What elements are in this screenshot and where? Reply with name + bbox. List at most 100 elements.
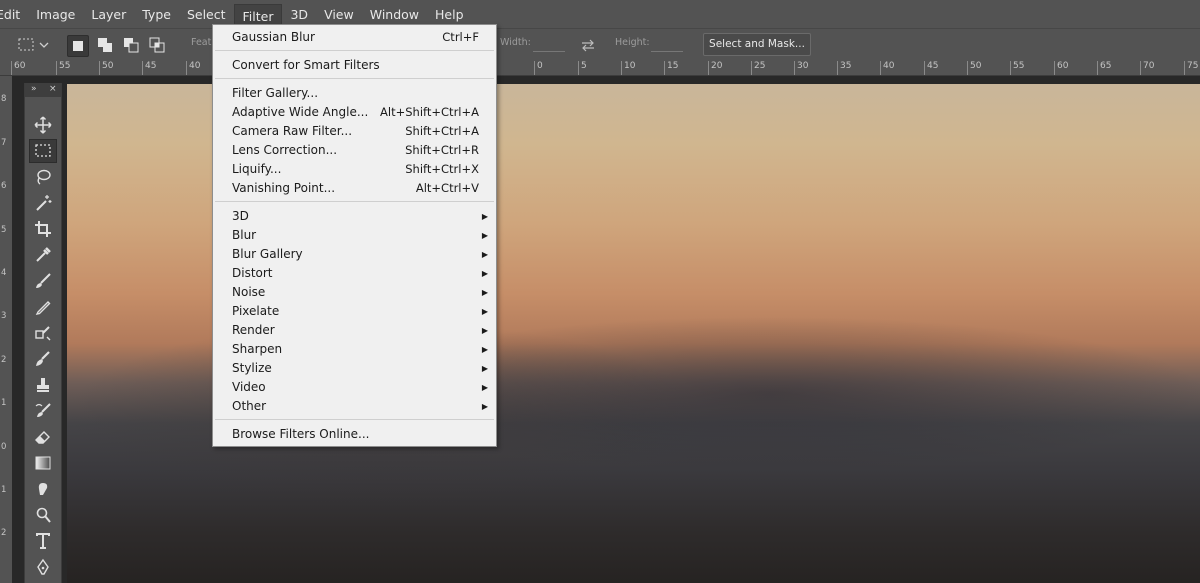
menu-item-convert-smart-filters[interactable]: Convert for Smart Filters [213, 56, 496, 75]
brush-tool-icon[interactable] [32, 270, 54, 292]
pen-tool-icon[interactable] [32, 556, 54, 578]
menu-item-label: Other [232, 399, 267, 413]
close-panel-button[interactable]: × [49, 84, 57, 95]
feather-label: Feat [191, 37, 212, 48]
menu-item-shortcut: Alt+Ctrl+V [415, 181, 479, 195]
menu-separator [215, 419, 494, 420]
submenu-arrow-icon: ▶ [481, 383, 488, 392]
stamp-tool-icon[interactable] [32, 374, 54, 396]
submenu-arrow-icon: ▶ [481, 345, 488, 354]
crop-tool-icon[interactable] [32, 218, 54, 240]
menu-item-distort[interactable]: Distort ▶ [213, 264, 496, 283]
ruler-label: 10 [620, 61, 636, 75]
type-tool-icon[interactable] [32, 530, 54, 552]
submenu-arrow-icon: ▶ [481, 269, 488, 278]
preset-dropdown-icon[interactable] [38, 35, 50, 55]
menu-item-browse-filters-online[interactable]: Browse Filters Online... [213, 425, 496, 444]
add-to-selection-button[interactable] [95, 35, 115, 55]
smudge-tool-icon[interactable] [32, 478, 54, 500]
tools-panel: » × [24, 83, 62, 583]
menu-item-label: Camera Raw Filter... [232, 124, 353, 138]
menu-item-video[interactable]: Video ▶ [213, 378, 496, 397]
menu-item-shortcut: Shift+Ctrl+X [405, 162, 479, 176]
submenu-arrow-icon: ▶ [481, 231, 488, 240]
ruler-label: 65 [1096, 61, 1112, 75]
vruler-label: 4 [1, 268, 7, 278]
menu-separator [215, 201, 494, 202]
menu-item-blur[interactable]: Blur ▶ [213, 226, 496, 245]
eyedropper-tool-icon[interactable] [32, 244, 54, 266]
menu-item-label: Sharpen [232, 342, 283, 356]
swap-dimensions-icon[interactable] [579, 35, 597, 55]
marquee-preset-icon[interactable] [17, 35, 37, 55]
menu-item-label: Stylize [232, 361, 272, 375]
menu-item-pixelate[interactable]: Pixelate ▶ [213, 302, 496, 321]
menu-item-vanishing-point[interactable]: Vanishing Point... Alt+Ctrl+V [213, 179, 496, 198]
history-brush-tool-icon[interactable] [32, 400, 54, 422]
menu-item-label: Distort [232, 266, 273, 280]
vruler-label: 5 [1, 225, 7, 235]
magic-wand-tool-icon[interactable] [32, 192, 54, 214]
menu-item-render[interactable]: Render ▶ [213, 321, 496, 340]
gradient-tool-icon[interactable] [32, 452, 54, 474]
menu-item-shortcut: Alt+Shift+Ctrl+A [380, 105, 479, 119]
menu-item-noise[interactable]: Noise ▶ [213, 283, 496, 302]
vruler-label: 1 [1, 398, 7, 408]
menu-item-3d[interactable]: 3D ▶ [213, 207, 496, 226]
menu-item-other[interactable]: Other ▶ [213, 397, 496, 416]
collapse-panel-button[interactable]: » [31, 84, 37, 95]
menu-item-label: Browse Filters Online... [232, 427, 370, 441]
menu-item-gaussian-blur[interactable]: Gaussian Blur Ctrl+F [213, 28, 496, 47]
vruler-label: 1 [1, 485, 7, 495]
clone-stamp-tool-icon[interactable] [32, 322, 54, 344]
options-bar: Feat Width: Height: Select and Mask... [0, 28, 1200, 62]
submenu-arrow-icon: ▶ [481, 364, 488, 373]
submenu-arrow-icon: ▶ [481, 212, 488, 221]
menu-item-blur-gallery[interactable]: Blur Gallery ▶ [213, 245, 496, 264]
menu-item-lens-correction[interactable]: Lens Correction... Shift+Ctrl+R [213, 141, 496, 160]
vruler-label: 0 [1, 442, 7, 452]
menu-edit[interactable]: Edit [0, 0, 28, 28]
ruler-label: 25 [750, 61, 766, 75]
menu-item-sharpen[interactable]: Sharpen ▶ [213, 340, 496, 359]
height-field[interactable] [651, 51, 683, 52]
menu-item-adaptive-wide-angle[interactable]: Adaptive Wide Angle... Alt+Shift+Ctrl+A [213, 103, 496, 122]
menu-item-label: Video [232, 380, 266, 394]
move-tool-icon[interactable] [32, 114, 54, 136]
vertical-ruler: 8 7 6 5 4 3 2 1 0 1 2 [0, 76, 12, 583]
width-field[interactable] [533, 51, 565, 52]
menu-item-liquify[interactable]: Liquify... Shift+Ctrl+X [213, 160, 496, 179]
horizontal-ruler: 60 55 50 45 40 35 0 5 10 15 20 25 30 35 … [0, 61, 1200, 76]
menu-item-label: Adaptive Wide Angle... [232, 105, 369, 119]
ruler-label: 40 [879, 61, 895, 75]
menu-layer[interactable]: Layer [83, 0, 134, 28]
menu-item-label: Pixelate [232, 304, 280, 318]
ruler-label: 30 [793, 61, 809, 75]
eraser-tool-icon[interactable] [32, 426, 54, 448]
intersect-selection-button[interactable] [147, 35, 167, 55]
ruler-label: 50 [966, 61, 982, 75]
dodge-tool-icon[interactable] [32, 504, 54, 526]
select-and-mask-button[interactable]: Select and Mask... [703, 33, 811, 56]
ruler-label: 0 [534, 61, 543, 75]
menu-item-camera-raw-filter[interactable]: Camera Raw Filter... Shift+Ctrl+A [213, 122, 496, 141]
submenu-arrow-icon: ▶ [481, 326, 488, 335]
ruler-label: 45 [141, 61, 157, 75]
menu-item-stylize[interactable]: Stylize ▶ [213, 359, 496, 378]
ruler-label: 75 [1183, 61, 1199, 75]
subtract-from-selection-button[interactable] [121, 35, 141, 55]
height-label: Height: [615, 37, 650, 48]
new-selection-button[interactable] [67, 35, 89, 57]
lasso-tool-icon[interactable] [32, 166, 54, 188]
menu-image[interactable]: Image [28, 0, 83, 28]
menu-item-label: Convert for Smart Filters [232, 58, 380, 72]
menu-item-filter-gallery[interactable]: Filter Gallery... [213, 84, 496, 103]
width-label: Width: [500, 37, 531, 48]
healing-brush-tool-icon[interactable] [32, 348, 54, 370]
menu-type[interactable]: Type [134, 0, 179, 28]
rectangular-marquee-tool-icon[interactable] [29, 139, 57, 163]
menu-item-label: 3D [232, 209, 249, 223]
submenu-arrow-icon: ▶ [481, 402, 488, 411]
pencil-tool-icon[interactable] [32, 296, 54, 318]
menu-separator [215, 78, 494, 79]
